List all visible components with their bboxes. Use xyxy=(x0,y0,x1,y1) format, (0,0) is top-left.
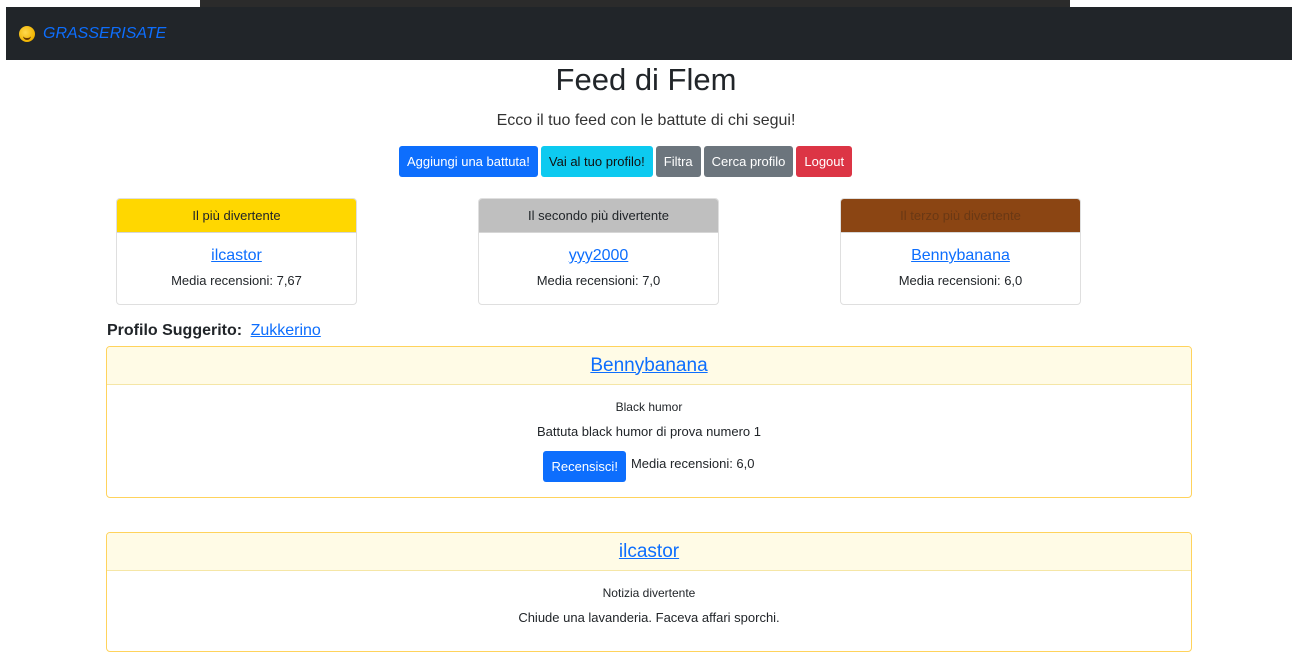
logout-button[interactable]: Logout xyxy=(796,146,853,177)
ranking-user-link[interactable]: Bennybanana xyxy=(841,247,1080,265)
review-button[interactable]: Recensisci! xyxy=(543,451,626,482)
joke-card: Bennybanana Black humor Battuta black hu… xyxy=(106,346,1192,498)
ranking-user-link[interactable]: yyy2000 xyxy=(479,247,718,265)
ranking-card-header: Il secondo più divertente xyxy=(479,199,718,233)
joke-card-header: Bennybanana xyxy=(107,347,1191,385)
ranking-user-link[interactable]: ilcastor xyxy=(117,247,356,265)
brand-link[interactable]: GRASSERISATE xyxy=(19,25,166,43)
ranking-average: Media recensioni: 7,67 xyxy=(171,273,302,288)
window-top-strip xyxy=(0,0,1292,7)
page-subtitle: Ecco il tuo feed con le battute di chi s… xyxy=(496,112,796,129)
ranking-card-first: Il più divertente ilcastor Media recensi… xyxy=(116,198,357,305)
ranking-average: Media recensioni: 6,0 xyxy=(898,273,1023,288)
joke-card-header: ilcastor xyxy=(107,533,1191,571)
ranking-card-third: Il terzo più divertente Bennybanana Medi… xyxy=(840,198,1081,305)
ranking-card-second: Il secondo più divertente yyy2000 Media … xyxy=(478,198,719,305)
page-title: Feed di Flem xyxy=(555,62,737,97)
joke-text: Chiude una lavanderia. Faceva affari spo… xyxy=(518,610,780,625)
add-joke-button[interactable]: Aggiungi una battuta! xyxy=(399,146,538,177)
grinning-face-icon xyxy=(19,25,35,42)
joke-category: Black humor xyxy=(615,400,683,414)
joke-author-link[interactable]: ilcastor xyxy=(619,541,679,563)
joke-card-footer: Recensisci! Media recensioni: 6,0 xyxy=(107,451,1191,482)
joke-text: Battuta black humor di prova numero 1 xyxy=(536,424,761,439)
suggested-profile-label: Profilo Suggerito: xyxy=(107,322,243,339)
search-profile-button[interactable]: Cerca profilo xyxy=(703,146,794,177)
suggested-profile: Profilo Suggerito: Zukkerino xyxy=(107,322,321,340)
joke-author-link[interactable]: Bennybanana xyxy=(590,355,707,377)
ranking-card-header: Il terzo più divertente xyxy=(841,199,1080,233)
go-to-profile-button[interactable]: Vai al tuo profilo! xyxy=(540,146,653,177)
action-buttons: Aggiungi una battuta! Vai al tuo profilo… xyxy=(399,146,853,177)
suggested-profile-link[interactable]: Zukkerino xyxy=(251,322,321,339)
brand-label: GRASSERISATE xyxy=(43,24,167,42)
filter-button[interactable]: Filtra xyxy=(655,146,701,177)
navbar: GRASSERISATE xyxy=(6,7,1292,60)
ranking-average: Media recensioni: 7,0 xyxy=(536,273,661,288)
joke-category: Notizia divertente xyxy=(602,586,696,600)
joke-average: Media recensioni: 6,0 xyxy=(630,456,755,471)
browser-bar xyxy=(200,0,1070,7)
joke-card: ilcastor Notizia divertente Chiude una l… xyxy=(106,532,1192,652)
ranking-card-header: Il più divertente xyxy=(117,199,356,233)
